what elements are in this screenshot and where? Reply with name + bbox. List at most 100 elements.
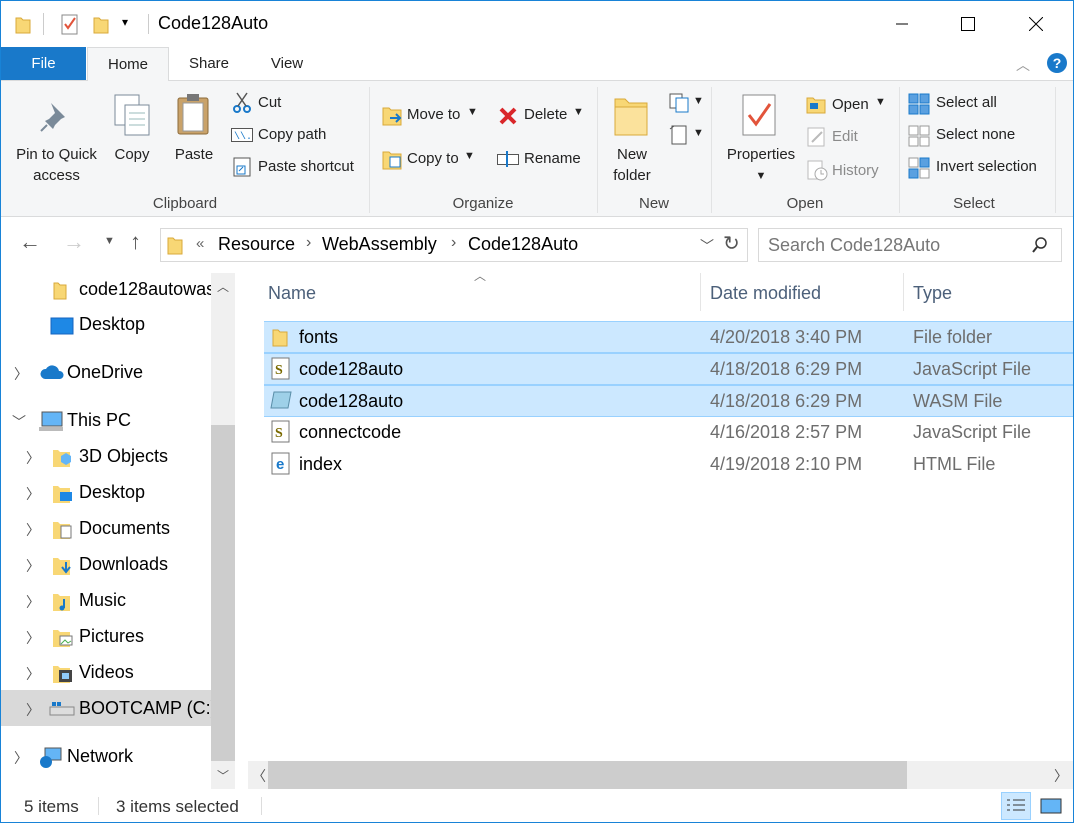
window-title: Code128Auto: [158, 13, 269, 33]
expand-chevron-icon[interactable]: 〉: [14, 748, 28, 768]
file-date: 4/19/2018 2:10 PM: [710, 454, 863, 474]
expand-chevron-icon[interactable]: 〉: [14, 364, 28, 384]
nav-item-documents[interactable]: 〉 Documents: [1, 512, 211, 546]
videos-folder-icon: [53, 666, 72, 683]
scroll-down-arrow-icon[interactable]: ﹀: [217, 767, 229, 784]
collapse-chevron-icon[interactable]: ﹀: [12, 412, 26, 432]
delete-x-icon: [499, 107, 517, 125]
nav-item-3d-objects[interactable]: 〉 3D Objects: [1, 440, 211, 474]
edit-icon: [807, 127, 825, 147]
breadcrumb-code128auto[interactable]: Code128Auto: [468, 234, 578, 255]
breadcrumb-webassembly[interactable]: WebAssembly: [322, 234, 437, 255]
nav-item-desktop[interactable]: 〉 Desktop: [1, 476, 211, 510]
address-history-chevron-icon[interactable]: ﹀: [700, 236, 714, 256]
properties-icon[interactable]: [61, 14, 81, 36]
file-date: 4/20/2018 3:40 PM: [710, 327, 863, 347]
new-item-icon: [669, 93, 689, 113]
tab-view[interactable]: View: [253, 47, 321, 80]
paste-icon: [177, 94, 209, 135]
list-item[interactable]: S connectcode 4/16/2018 2:57 PM JavaScri…: [264, 417, 1073, 448]
expand-chevron-icon[interactable]: 〉: [26, 556, 40, 576]
large-icons-view-button[interactable]: [1037, 792, 1065, 820]
expand-chevron-icon[interactable]: 〉: [26, 520, 40, 540]
list-item[interactable]: e index 4/19/2018 2:10 PM HTML File: [264, 449, 1073, 480]
nav-item-network[interactable]: 〉 Network: [1, 740, 211, 774]
column-header-name[interactable]: Name: [268, 283, 316, 304]
expand-chevron-icon[interactable]: 〉: [26, 448, 40, 468]
column-header-date-modified[interactable]: Date modified: [710, 283, 821, 304]
nav-item-label: Network: [67, 746, 134, 766]
column-header-type[interactable]: Type: [913, 283, 952, 304]
nav-item-label: This PC: [67, 410, 132, 430]
svg-text:S: S: [275, 426, 283, 441]
list-item[interactable]: S code128auto 4/18/2018 6:29 PM JavaScri…: [264, 353, 1073, 385]
invert-selection-label: Invert selection: [936, 158, 1037, 175]
expand-chevron-icon[interactable]: 〉: [26, 700, 40, 720]
nav-vertical-scrollbar[interactable]: ︿ ﹀: [211, 273, 235, 789]
refresh-icon[interactable]: ↻: [723, 231, 740, 256]
up-arrow-icon[interactable]: ↑: [130, 229, 141, 255]
breadcrumb-resource[interactable]: Resource: [218, 234, 295, 255]
breadcrumb-overflow-icon[interactable]: «: [196, 235, 204, 252]
collapse-ribbon-chevron-icon[interactable]: ︿: [1016, 55, 1030, 75]
search-box[interactable]: Search Code128Auto: [758, 228, 1062, 262]
tab-share[interactable]: Share: [173, 47, 245, 80]
minimize-button[interactable]: [879, 1, 925, 47]
expand-chevron-icon[interactable]: 〉: [26, 664, 40, 684]
column-separator[interactable]: [700, 273, 701, 311]
nav-item-this-pc[interactable]: ﹀ This PC: [1, 404, 211, 438]
nav-item-code128autowas[interactable]: code128autowas: [1, 273, 215, 307]
expand-chevron-icon[interactable]: 〉: [26, 592, 40, 612]
nav-item-label: Downloads: [79, 554, 169, 574]
tab-home[interactable]: Home: [87, 47, 169, 82]
nav-scroll-thumb[interactable]: [211, 425, 235, 761]
horizontal-scroll-thumb[interactable]: [268, 761, 907, 789]
close-button[interactable]: [1013, 1, 1059, 47]
nav-item-label: code128autowas: [79, 279, 216, 299]
details-view-icon: [1007, 799, 1025, 811]
scroll-up-arrow-icon[interactable]: ︿: [217, 278, 229, 295]
new-folder-icon[interactable]: [93, 14, 109, 34]
customize-quick-access-chevron-icon[interactable]: ▾: [122, 15, 128, 29]
address-bar[interactable]: « Resource › WebAssembly › Code128Auto ﹀…: [160, 228, 748, 262]
title-bar: ▾ Code128Auto: [1, 1, 1073, 47]
breadcrumb-separator-icon[interactable]: ›: [451, 234, 456, 252]
list-item[interactable]: fonts 4/20/2018 3:40 PM File folder: [264, 321, 1073, 353]
open-label: Open: [832, 96, 869, 113]
svg-text:?: ?: [1053, 55, 1062, 71]
nav-item-onedrive[interactable]: 〉 OneDrive: [1, 356, 211, 390]
nav-item-desktop-quick[interactable]: Desktop: [1, 308, 211, 342]
maximize-button[interactable]: [945, 1, 991, 47]
delete-dropdown-chevron-icon: ▼: [573, 106, 584, 118]
nav-item-downloads[interactable]: 〉 Downloads: [1, 548, 211, 582]
expand-chevron-icon[interactable]: 〉: [26, 628, 40, 648]
tab-file[interactable]: File: [1, 47, 86, 80]
close-icon: [1029, 17, 1043, 31]
music-folder-icon: [53, 594, 70, 611]
select-none-label: Select none: [936, 126, 1016, 143]
back-arrow-icon[interactable]: ←: [19, 229, 41, 255]
new-folder-label-line1: New: [616, 146, 647, 163]
title-separator: [148, 14, 149, 34]
nav-item-music[interactable]: 〉 Music: [1, 584, 211, 618]
nav-item-pictures[interactable]: 〉 Pictures: [1, 620, 211, 654]
scroll-left-arrow-icon[interactable]: 〈: [252, 766, 266, 786]
help-icon[interactable]: ?: [1046, 52, 1068, 74]
nav-scroll-track: [214, 301, 232, 425]
column-separator[interactable]: [903, 273, 904, 311]
search-input[interactable]: Search Code128Auto: [768, 235, 940, 256]
invert-selection-icon: [908, 157, 930, 179]
file-type: File folder: [913, 327, 993, 347]
forward-arrow-icon[interactable]: →: [63, 229, 85, 255]
file-list-horizontal-scrollbar[interactable]: 〈 〉: [248, 761, 1073, 789]
details-view-button[interactable]: [1001, 792, 1031, 820]
breadcrumb-separator-icon[interactable]: ›: [306, 234, 311, 252]
clipboard-group-label: Clipboard: [152, 195, 218, 212]
nav-item-videos[interactable]: 〉 Videos: [1, 656, 211, 690]
scroll-right-arrow-icon[interactable]: 〉: [1054, 766, 1068, 786]
nav-item-bootcamp[interactable]: 〉 BOOTCAMP (C:): [1, 690, 217, 726]
desktop-folder-icon: [53, 486, 72, 503]
expand-chevron-icon[interactable]: 〉: [26, 484, 40, 504]
recent-locations-chevron-icon[interactable]: ▼: [104, 235, 115, 247]
list-item[interactable]: code128auto 4/18/2018 6:29 PM WASM File: [264, 385, 1073, 417]
